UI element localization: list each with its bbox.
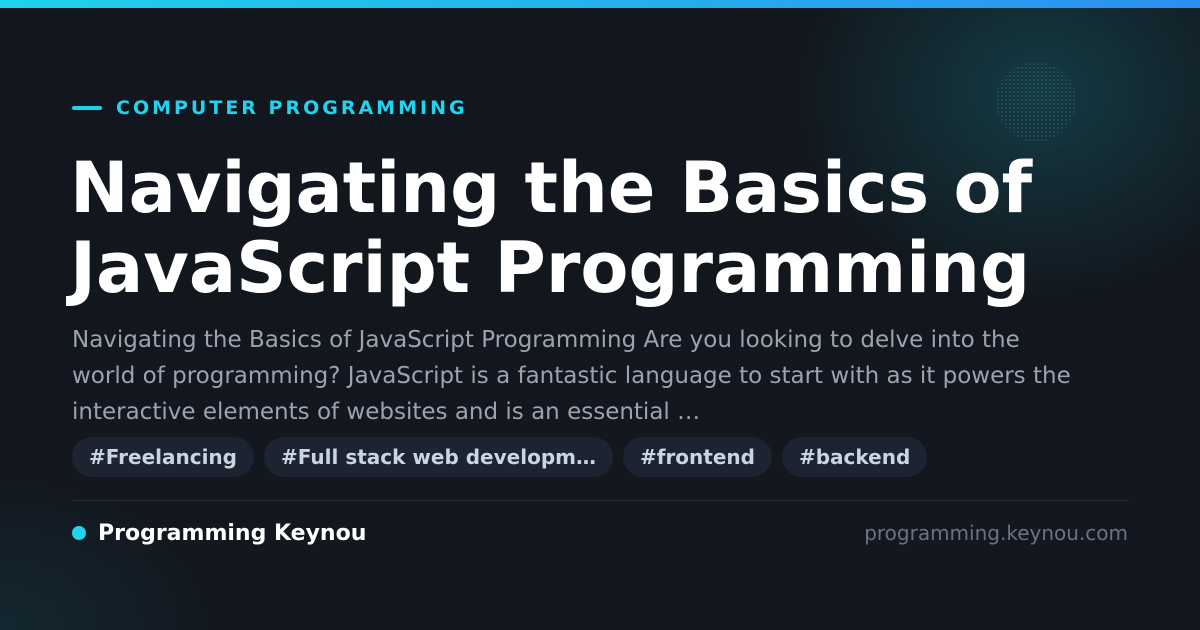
brand-dot-icon <box>72 526 86 540</box>
category-label: COMPUTER PROGRAMMING <box>116 97 468 119</box>
site-url: programming.keynou.com <box>864 521 1128 545</box>
tag-backend[interactable]: #backend <box>781 437 928 477</box>
decorative-dot-pattern <box>996 62 1076 142</box>
footer-brand: Programming Keynou <box>72 519 366 547</box>
article-title: Navigating the Basics of JavaScript Prog… <box>70 147 1033 309</box>
tag-frontend[interactable]: #frontend <box>622 437 772 477</box>
category-eyebrow: COMPUTER PROGRAMMING <box>72 96 468 120</box>
tag-full-stack[interactable]: #Full stack web developm… <box>264 437 613 477</box>
article-description: Navigating the Basics of JavaScript Prog… <box>72 327 1071 425</box>
brand-name: Programming Keynou <box>98 520 367 546</box>
eyebrow-dash-icon <box>72 106 102 110</box>
accent-top-bar <box>0 0 1200 8</box>
tag-freelancing[interactable]: #Freelancing <box>72 437 254 477</box>
og-card: COMPUTER PROGRAMMING Navigating the Basi… <box>0 0 1200 630</box>
tag-list: #Freelancing #Full stack web developm… #… <box>72 437 928 477</box>
footer-divider <box>72 500 1129 501</box>
